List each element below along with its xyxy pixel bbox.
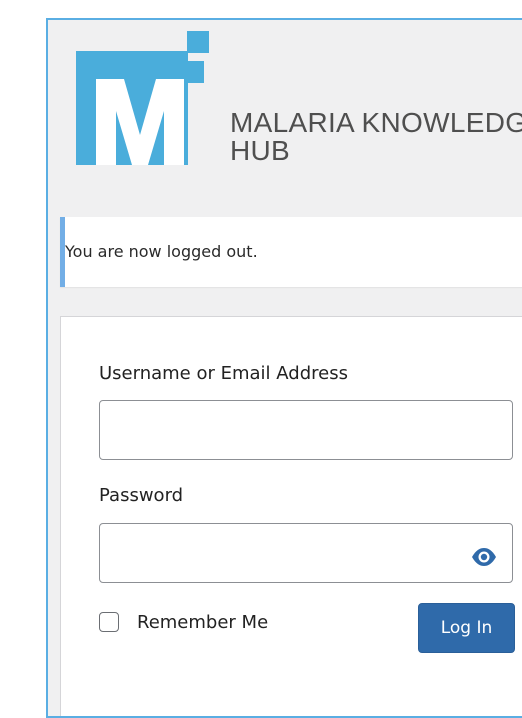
eye-icon [472,548,496,566]
remember-me-checkbox[interactable] [99,612,119,632]
site-header: MALARIA KNOWLEDGE HUB [48,20,522,220]
login-form: Username or Email Address Password Remem… [60,316,522,716]
login-page-frame: MALARIA KNOWLEDGE HUB You are now logged… [46,18,522,718]
remember-me[interactable]: Remember Me [99,610,268,634]
remember-me-label[interactable]: Remember Me [137,612,268,633]
site-title[interactable]: MALARIA KNOWLEDGE HUB [230,109,522,165]
username-input[interactable] [99,400,513,460]
username-label: Username or Email Address [99,363,348,384]
site-title-line-2: HUB [230,135,291,166]
login-button[interactable]: Log In [418,603,515,653]
password-label: Password [99,485,184,506]
logout-notice: You are now logged out. [60,217,522,287]
password-input[interactable] [99,523,513,583]
malaria-knowledge-hub-logo[interactable] [76,31,216,171]
show-password-button[interactable] [465,542,503,572]
site-title-line-1: MALARIA KNOWLEDGE [230,107,522,138]
notice-message: You are now logged out. [65,242,258,261]
